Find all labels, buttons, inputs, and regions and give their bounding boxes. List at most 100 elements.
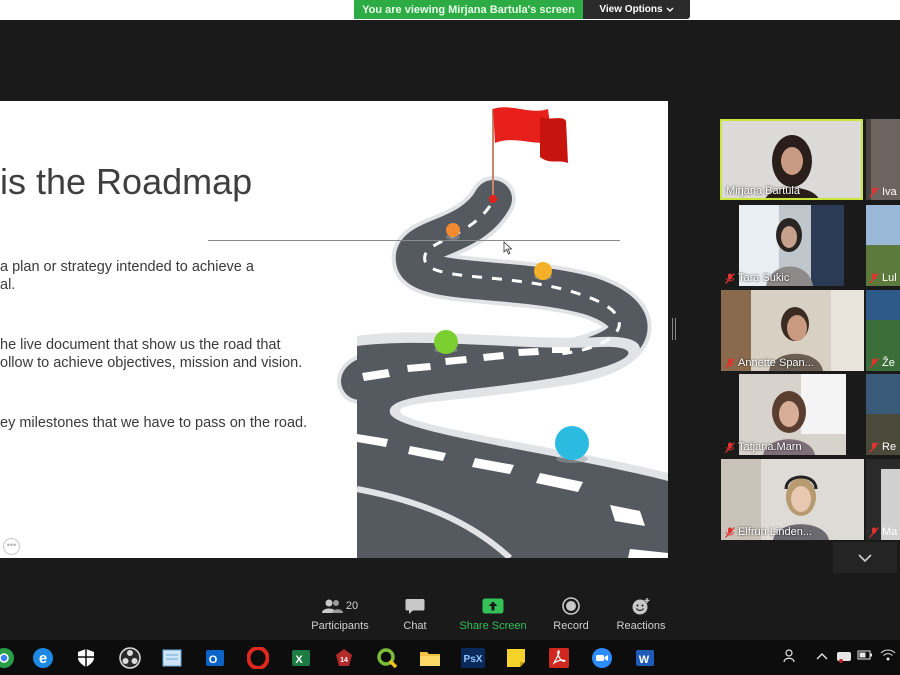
reactions-icon (632, 598, 650, 615)
chat-icon (405, 598, 425, 614)
slide-bullet: a plan or strategy intended to achieve a (0, 259, 254, 275)
photoshop-express-icon[interactable]: PsX (461, 646, 485, 670)
muted-mic-icon (869, 526, 879, 538)
opera-icon[interactable] (246, 646, 270, 670)
participants-label: Participants (311, 620, 369, 632)
participant-name-row: Re (869, 441, 896, 453)
participant-name-row: Ma (869, 526, 897, 538)
edge-icon[interactable]: e (31, 646, 55, 670)
svg-text:W: W (639, 654, 650, 666)
svg-text:14: 14 (340, 657, 348, 664)
participant-name-row: Iva (869, 186, 897, 198)
participant-name: Lul (882, 272, 897, 284)
view-options-button[interactable]: View Options (583, 0, 690, 19)
muted-mic-icon (725, 441, 735, 453)
screen-share-banner: You are viewing Mirjana Bartula's screen… (354, 0, 690, 19)
participant-name: Tara Sukic (738, 272, 790, 284)
tray-app-icon[interactable] (836, 649, 852, 666)
view-options-label: View Options (599, 4, 663, 15)
participant-name-row: Elfrun Linden... (725, 526, 812, 538)
participant-tile[interactable]: Tara Sukic (721, 205, 864, 286)
share-screen-button[interactable]: Share Screen (458, 594, 528, 638)
chrome-icon[interactable] (0, 646, 16, 670)
participant-name-row: Že (869, 357, 895, 369)
participants-icon (321, 599, 343, 613)
participant-tile[interactable]: Ma (866, 459, 900, 540)
participant-name: Ma (882, 526, 898, 538)
svg-text:X: X (295, 654, 303, 666)
participant-name: Re (882, 441, 897, 453)
participant-name: Mirjana Bartula (726, 185, 800, 197)
record-icon (562, 597, 580, 615)
qgis-icon[interactable] (375, 646, 399, 670)
file-explorer-icon[interactable] (418, 646, 442, 670)
chat-label: Chat (403, 620, 427, 632)
slide-bullet: ey milestones that we have to pass on th… (0, 415, 308, 431)
share-screen-icon (482, 598, 504, 614)
slide-options-icon[interactable]: ••• (3, 538, 20, 555)
acrobat-icon[interactable] (547, 646, 571, 670)
obs-icon[interactable] (118, 646, 142, 670)
slide-title: is the Roadmap (0, 161, 253, 202)
participant-name: Tatjana.Marn (738, 441, 802, 453)
participant-name-row: Tatjana.Marn (725, 441, 802, 453)
svg-text:O: O (209, 654, 218, 666)
reactions-label: Reactions (616, 620, 666, 632)
participant-name-row: Lul (869, 272, 897, 284)
muted-mic-icon (869, 357, 879, 369)
reactions-button[interactable]: Reactions (614, 594, 668, 638)
participants-count: 20 (345, 600, 359, 612)
participant-tile[interactable]: Tatjana.Marn (721, 374, 864, 455)
participant-name: Že (882, 357, 895, 369)
windows-taskbar: e O X 14 PsX W (0, 640, 900, 675)
photoshop-label: PsX (464, 654, 483, 665)
participant-video (866, 205, 900, 245)
word-icon[interactable]: W (633, 646, 657, 670)
participant-tile[interactable]: Elfrun Linden... (721, 459, 864, 540)
slide-bullet: ollow to achieve objectives, mission and… (0, 355, 303, 371)
gallery-next-page-button[interactable] (833, 542, 897, 573)
participant-name: Iva (882, 186, 897, 198)
record-label: Record (553, 620, 589, 632)
title-divider (208, 240, 620, 241)
participant-tile[interactable]: Mirjana Bartula (720, 119, 863, 200)
participants-button[interactable]: 20 Participants (308, 594, 372, 638)
participant-name-row: Tara Sukic (725, 272, 789, 284)
participant-tile[interactable]: Annette Span... (721, 290, 864, 371)
muted-mic-icon (869, 186, 879, 198)
excel-icon[interactable]: X (289, 646, 313, 670)
slide-bullet: al. (0, 277, 16, 293)
sticky-notes-icon[interactable] (504, 646, 528, 670)
participant-name: Elfrun Linden... (738, 526, 812, 538)
participant-name-row: Annette Span... (725, 357, 814, 369)
security-icon[interactable] (74, 646, 98, 670)
people-icon[interactable] (783, 649, 797, 666)
mouse-cursor-icon (503, 241, 513, 255)
wifi-icon[interactable] (880, 649, 896, 664)
zoom-icon[interactable] (590, 646, 614, 670)
chat-button[interactable]: Chat (394, 594, 436, 638)
muted-mic-icon (725, 272, 735, 284)
record-button[interactable]: Record (550, 594, 592, 638)
chevron-down-icon (858, 553, 872, 562)
show-hidden-icons-chevron-icon[interactable] (816, 649, 828, 663)
notepad-icon[interactable] (160, 646, 184, 670)
svg-text:e: e (39, 650, 47, 667)
sharing-status-text: You are viewing Mirjana Bartula's screen (354, 0, 583, 19)
participant-tile[interactable]: Iva (866, 119, 900, 200)
share-screen-label: Share Screen (459, 620, 527, 632)
meeting-toolbar: 20 Participants Chat Share Screen Record… (0, 590, 900, 640)
muted-mic-icon (725, 357, 735, 369)
outlook-icon[interactable]: O (203, 646, 227, 670)
participant-tile[interactable]: Re (866, 374, 900, 455)
participant-tile[interactable]: Lul (866, 205, 900, 286)
muted-mic-icon (869, 441, 879, 453)
chevron-down-icon (666, 7, 674, 12)
app-icon[interactable]: 14 (332, 646, 356, 670)
shared-slide: is the Roadmap a plan or strategy intend… (0, 101, 668, 558)
participant-name: Annette Span... (738, 357, 814, 369)
slide-bullet: he live document that show us the road t… (0, 337, 281, 353)
panel-resize-handle[interactable] (672, 318, 676, 340)
participant-tile[interactable]: Že (866, 290, 900, 371)
battery-icon[interactable] (857, 649, 873, 664)
